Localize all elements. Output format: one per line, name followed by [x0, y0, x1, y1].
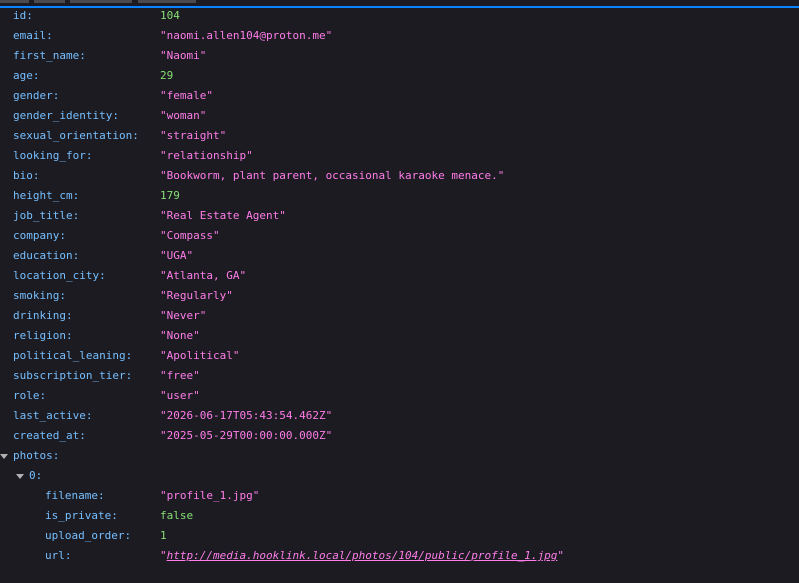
json-key: last_active: — [13, 409, 93, 422]
json-key: email: — [13, 29, 53, 42]
json-value: "Real Estate Agent" — [160, 209, 286, 222]
json-row[interactable]: political_leaning: "Apolitical" — [0, 346, 799, 366]
json-key: religion: — [13, 329, 73, 342]
json-row-photos[interactable]: photos: — [0, 446, 799, 466]
json-key: is_private: — [45, 509, 118, 522]
json-row-upload-order[interactable]: upload_order: 1 — [0, 526, 799, 546]
tab-filter[interactable] — [138, 0, 196, 3]
json-row[interactable]: age: 29 — [0, 66, 799, 86]
json-row-is-private[interactable]: is_private: false — [0, 506, 799, 526]
json-row[interactable]: last_active: "2026-06-17T05:43:54.462Z" — [0, 406, 799, 426]
json-row-url[interactable]: url: "http://media.hooklink.local/photos… — [0, 546, 799, 566]
json-key: role: — [13, 389, 47, 402]
json-key: gender_identity: — [13, 109, 119, 122]
chevron-down-icon[interactable] — [16, 474, 24, 479]
url-close-quote: " — [557, 549, 564, 562]
json-value: "profile_1.jpg" — [160, 489, 260, 502]
json-row-photos-0[interactable]: 0: — [0, 466, 799, 486]
json-key: drinking: — [13, 309, 73, 322]
json-key: sexual_orientation: — [13, 129, 139, 142]
json-value: "Apolitical" — [160, 349, 240, 362]
json-value: "2026-06-17T05:43:54.462Z" — [160, 409, 333, 422]
json-row[interactable]: gender: "female" — [0, 86, 799, 106]
json-value: "free" — [160, 369, 200, 382]
json-field-list: id: 104 email: "naomi.allen104@proton.me" fi… — [0, 6, 799, 446]
json-key: url: — [45, 549, 72, 562]
json-value: "naomi.allen104@proton.me" — [160, 29, 333, 42]
json-row[interactable]: looking_for: "relationship" — [0, 146, 799, 166]
json-row-filename[interactable]: filename: "profile_1.jpg" — [0, 486, 799, 506]
json-value: "Bookworm, plant parent, occasional kara… — [160, 169, 505, 182]
chevron-down-icon[interactable] — [0, 454, 8, 459]
json-key: company: — [13, 229, 66, 242]
json-key: 0: — [29, 469, 43, 482]
json-row[interactable]: email: "naomi.allen104@proton.me" — [0, 26, 799, 46]
json-value: "Never" — [160, 309, 207, 322]
json-key: subscription_tier: — [13, 369, 133, 382]
json-value: "Atlanta, GA" — [160, 269, 247, 282]
json-key: photos: — [13, 449, 60, 462]
json-value: "female" — [160, 89, 213, 102]
tab-headers[interactable] — [34, 0, 65, 3]
json-value: "woman" — [160, 109, 207, 122]
json-value: "relationship" — [160, 149, 253, 162]
json-value: "Regularly" — [160, 289, 233, 302]
tab-raw-data[interactable] — [0, 0, 29, 3]
url-open-quote: " — [160, 549, 167, 562]
json-key: gender: — [13, 89, 60, 102]
json-row[interactable]: bio: "Bookworm, plant parent, occasional … — [0, 166, 799, 186]
json-key: height_cm: — [13, 189, 80, 202]
json-key: job_title: — [13, 209, 80, 222]
json-value: 1 — [160, 529, 167, 542]
json-key: id: — [13, 9, 33, 22]
json-key: created_at: — [13, 429, 86, 442]
json-key: first_name: — [13, 49, 86, 62]
json-value: false — [160, 509, 194, 522]
json-row[interactable]: sexual_orientation: "straight" — [0, 126, 799, 146]
json-value: 29 — [160, 69, 174, 82]
json-value: "http://media.hooklink.local/photos/104/… — [160, 546, 564, 566]
photo-url-link[interactable]: http://media.hooklink.local/photos/104/p… — [167, 549, 558, 562]
json-row[interactable]: created_at: "2025-05-29T00:00:00.000Z" — [0, 426, 799, 446]
json-key: age: — [13, 69, 40, 82]
json-value: "user" — [160, 389, 200, 402]
json-value: "Compass" — [160, 229, 220, 242]
json-row[interactable]: subscription_tier: "free" — [0, 366, 799, 386]
json-row[interactable]: height_cm: 179 — [0, 186, 799, 206]
json-key: looking_for: — [13, 149, 93, 162]
json-key: filename: — [45, 489, 105, 502]
json-row[interactable]: job_title: "Real Estate Agent" — [0, 206, 799, 226]
json-key: smoking: — [13, 289, 66, 302]
json-value: "None" — [160, 329, 200, 342]
json-row[interactable]: id: 104 — [0, 6, 799, 26]
json-value: 179 — [160, 189, 180, 202]
json-value: "UGA" — [160, 249, 194, 262]
tab-json[interactable] — [70, 0, 132, 3]
json-key: upload_order: — [45, 529, 132, 542]
json-value: "Naomi" — [160, 49, 207, 62]
json-key: location_city: — [13, 269, 106, 282]
json-value: "2025-05-29T00:00:00.000Z" — [160, 429, 333, 442]
json-row[interactable]: location_city: "Atlanta, GA" — [0, 266, 799, 286]
json-row[interactable]: religion: "None" — [0, 326, 799, 346]
json-row[interactable]: first_name: "Naomi" — [0, 46, 799, 66]
json-row[interactable]: drinking: "Never" — [0, 306, 799, 326]
json-value: "straight" — [160, 129, 227, 142]
json-key: political_leaning: — [13, 349, 133, 362]
json-row[interactable]: company: "Compass" — [0, 226, 799, 246]
json-viewer: id: 104 email: "naomi.allen104@proton.me" fi… — [0, 6, 799, 566]
json-row[interactable]: role: "user" — [0, 386, 799, 406]
json-row[interactable]: education: "UGA" — [0, 246, 799, 266]
json-key: bio: — [13, 169, 40, 182]
json-row[interactable]: smoking: "Regularly" — [0, 286, 799, 306]
json-value: 104 — [160, 9, 180, 22]
json-row[interactable]: gender_identity: "woman" — [0, 106, 799, 126]
json-key: education: — [13, 249, 80, 262]
